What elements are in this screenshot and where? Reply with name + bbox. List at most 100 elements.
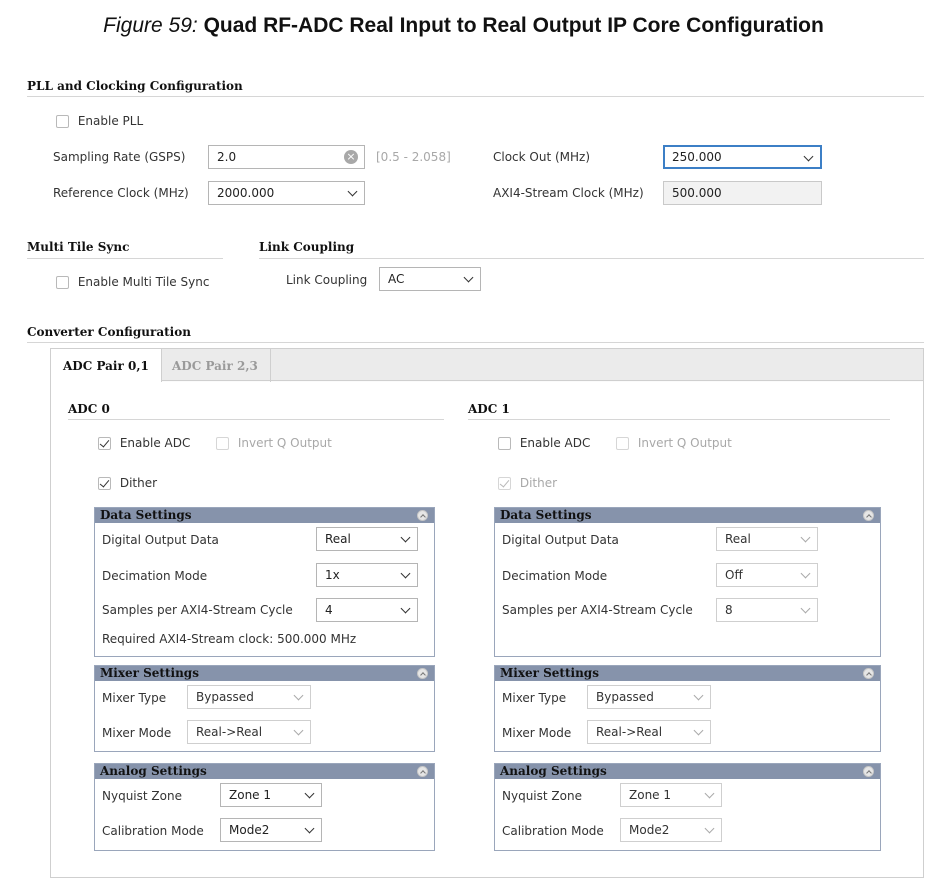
adc1-digital-output-label: Digital Output Data [502, 533, 619, 547]
link-section-divider [259, 258, 924, 259]
collapse-icon[interactable] [417, 766, 428, 777]
figure-number: Figure 59: [103, 14, 198, 37]
reference-clock-select[interactable]: 2000.000 [208, 181, 365, 205]
adc1-mixer-type-select: Bypassed [587, 685, 711, 709]
chevron-down-icon [347, 186, 358, 197]
mts-section-divider [27, 258, 223, 259]
tab-adc-pair-0-1[interactable]: ADC Pair 0,1 [51, 349, 162, 382]
chevron-down-icon [693, 725, 704, 736]
adc1-calibration-value: Mode2 [629, 823, 670, 837]
sampling-rate-range: [0.5 - 2.058] [376, 150, 451, 164]
adc1-mixer-settings-header[interactable]: Mixer Settings [495, 666, 880, 681]
chevron-down-icon [400, 532, 411, 543]
axi-clock-value: 500.000 [672, 186, 722, 200]
adc1-enable-row[interactable]: Enable ADC [498, 436, 590, 450]
adc0-nyquist-label: Nyquist Zone [102, 789, 182, 803]
adc0-calibration-select[interactable]: Mode2 [220, 818, 322, 842]
chevron-down-icon [704, 788, 715, 799]
chevron-down-icon [693, 690, 704, 701]
adc0-dither-label: Dither [119, 476, 158, 490]
adc1-decimation-value: Off [725, 568, 743, 582]
adc1-invert-checkbox [616, 437, 629, 450]
collapse-icon[interactable] [863, 510, 874, 521]
enable-mts-checkbox[interactable] [56, 276, 69, 289]
adc1-analog-settings-title: Analog Settings [500, 764, 607, 778]
adc0-nyquist-select[interactable]: Zone 1 [220, 783, 322, 807]
chevron-down-icon [704, 823, 715, 834]
adc1-decimation-select: Off [716, 563, 818, 587]
chevron-down-icon [800, 603, 811, 614]
adc0-digital-output-label: Digital Output Data [102, 533, 219, 547]
adc0-calibration-label: Calibration Mode [102, 824, 204, 838]
enable-mts-row[interactable]: Enable Multi Tile Sync [56, 275, 209, 289]
adc0-mixer-mode-select: Real->Real [187, 720, 311, 744]
collapse-icon[interactable] [417, 668, 428, 679]
pll-section-divider [27, 96, 924, 97]
adc0-enable-label: Enable ADC [119, 436, 191, 450]
link-coupling-value: AC [388, 272, 405, 286]
adc1-samples-value: 8 [725, 603, 733, 617]
adc0-samples-label: Samples per AXI4-Stream Cycle [102, 603, 293, 617]
collapse-icon[interactable] [417, 510, 428, 521]
adc0-decimation-label: Decimation Mode [102, 569, 208, 583]
sampling-rate-input[interactable]: 2.0 × [208, 145, 365, 169]
collapse-icon[interactable] [863, 766, 874, 777]
adc1-nyquist-select: Zone 1 [620, 783, 722, 807]
adc1-calibration-select: Mode2 [620, 818, 722, 842]
adc0-data-settings-header[interactable]: Data Settings [95, 508, 434, 523]
adc0-samples-select[interactable]: 4 [316, 598, 418, 622]
adc1-mixer-settings-title: Mixer Settings [500, 666, 599, 680]
link-section-title: Link Coupling [259, 240, 355, 254]
adc1-dither-checkbox [498, 477, 511, 490]
chevron-down-icon [800, 532, 811, 543]
adc1-title: ADC 1 [468, 402, 510, 416]
adc1-mixer-mode-select: Real->Real [587, 720, 711, 744]
chevron-down-icon [293, 725, 304, 736]
link-coupling-label: Link Coupling [286, 273, 368, 287]
enable-pll-label: Enable PLL [77, 114, 144, 128]
adc1-samples-label: Samples per AXI4-Stream Cycle [502, 603, 693, 617]
axi-clock-field: 500.000 [663, 181, 822, 205]
converter-section-divider [27, 342, 924, 343]
adc1-analog-settings-header[interactable]: Analog Settings [495, 764, 880, 779]
adc1-mixer-type-value: Bypassed [596, 690, 654, 704]
clock-out-label: Clock Out (MHz) [493, 150, 591, 164]
adc0-title: ADC 0 [68, 402, 110, 416]
reference-clock-label: Reference Clock (MHz) [53, 186, 189, 200]
adc0-enable-checkbox[interactable] [98, 437, 111, 450]
adc1-data-settings-header[interactable]: Data Settings [495, 508, 880, 523]
adc0-invert-label: Invert Q Output [237, 436, 332, 450]
enable-pll-row[interactable]: Enable PLL [56, 114, 143, 128]
clear-icon[interactable]: × [344, 150, 358, 164]
figure-caption: Figure 59: Quad RF-ADC Real Input to Rea… [0, 14, 927, 38]
adc0-dither-checkbox[interactable] [98, 477, 111, 490]
chevron-down-icon [803, 151, 814, 162]
adc1-mixer-type-label: Mixer Type [502, 691, 567, 705]
adc0-analog-settings-header[interactable]: Analog Settings [95, 764, 434, 779]
chevron-down-icon [800, 568, 811, 579]
adc0-mixer-settings-header[interactable]: Mixer Settings [95, 666, 434, 681]
adc0-digital-output-value: Real [325, 532, 351, 546]
axi-clock-label: AXI4-Stream Clock (MHz) [493, 186, 644, 200]
enable-mts-label: Enable Multi Tile Sync [77, 275, 210, 289]
collapse-icon[interactable] [863, 668, 874, 679]
clock-out-select[interactable]: 250.000 [663, 145, 822, 169]
chevron-down-icon [400, 603, 411, 614]
adc1-calibration-label: Calibration Mode [502, 824, 604, 838]
adc1-decimation-label: Decimation Mode [502, 569, 608, 583]
adc1-enable-checkbox[interactable] [498, 437, 511, 450]
link-coupling-select[interactable]: AC [379, 267, 481, 291]
adc0-invert-checkbox [216, 437, 229, 450]
adc0-decimation-value: 1x [325, 568, 340, 582]
enable-pll-checkbox[interactable] [56, 115, 69, 128]
adc0-divider [68, 419, 444, 420]
adc1-mixer-mode-label: Mixer Mode [502, 726, 572, 740]
adc1-invert-row: Invert Q Output [616, 436, 732, 450]
adc0-enable-row[interactable]: Enable ADC [98, 436, 190, 450]
adc0-mixer-type-select: Bypassed [187, 685, 311, 709]
adc0-digital-output-select[interactable]: Real [316, 527, 418, 551]
adc0-mixer-settings-title: Mixer Settings [100, 666, 199, 680]
adc0-dither-row[interactable]: Dither [98, 476, 157, 490]
adc0-decimation-select[interactable]: 1x [316, 563, 418, 587]
tab-adc-pair-2-3[interactable]: ADC Pair 2,3 [160, 349, 271, 382]
